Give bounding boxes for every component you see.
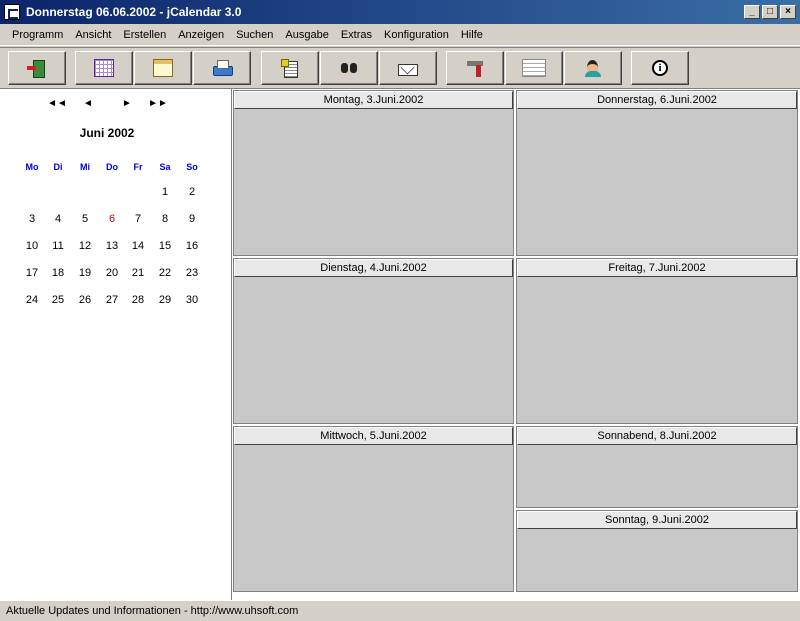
week-view: Montag, 3.Juni.2002 Dienstag, 4.Juni.200… [232,89,800,600]
menu-bar: Programm Ansicht Erstellen Anzeigen Such… [0,24,800,46]
day-cell-monday[interactable]: Montag, 3.Juni.2002 [233,90,514,256]
mini-calendar-month-label: Juni 2002 [79,126,135,140]
mini-calendar-day[interactable]: 15 [152,240,178,252]
status-bar: Aktuelle Updates und Informationen - htt… [0,600,800,621]
list-button[interactable] [505,51,563,85]
window-controls: _ □ × [742,5,796,19]
day-header-sunday[interactable]: Sonntag, 9.Juni.2002 [517,511,797,529]
print-icon [212,59,233,77]
mini-calendar-day[interactable]: 20 [99,267,125,279]
menu-extras[interactable]: Extras [335,24,378,46]
mini-calendar-day[interactable]: 25 [45,294,71,306]
minimize-button[interactable]: _ [744,5,760,19]
mini-calendar-day[interactable]: 9 [179,213,205,225]
mini-calendar-day[interactable]: 4 [45,213,71,225]
menu-programm[interactable]: Programm [0,24,69,46]
day-cell-thursday[interactable]: Donnerstag, 6.Juni.2002 [516,90,798,256]
weekday-label: Sa [159,162,171,172]
window-title: Donnerstag 06.06.2002 - jCalendar 3.0 [26,5,242,19]
mini-calendar-day[interactable]: 23 [179,267,205,279]
day-view-icon [153,59,173,77]
day-header-monday[interactable]: Montag, 3.Juni.2002 [234,91,513,109]
day-header-friday[interactable]: Freitag, 7.Juni.2002 [517,259,797,277]
month-view-icon [94,59,114,77]
mini-calendar-day[interactable]: 13 [99,240,125,252]
day-header-saturday[interactable]: Sonnabend, 8.Juni.2002 [517,427,797,445]
next-year-button[interactable]: ►► [148,98,168,109]
day-header-wednesday[interactable]: Mittwoch, 5.Juni.2002 [234,427,513,445]
menu-konfiguration[interactable]: Konfiguration [378,24,455,46]
day-cell-saturday[interactable]: Sonnabend, 8.Juni.2002 [516,426,798,508]
mini-calendar-day[interactable]: 8 [152,213,178,225]
search-button[interactable] [320,51,378,85]
info-button[interactable]: i [631,51,689,85]
menu-erstellen[interactable]: Erstellen [117,24,172,46]
mail-icon [398,63,418,76]
mini-calendar-day[interactable]: 18 [45,267,71,279]
menu-hilfe[interactable]: Hilfe [455,24,489,46]
weekday-label: Mi [80,162,90,172]
mini-calendar-day[interactable]: 24 [19,294,45,306]
mini-calendar-day[interactable]: 26 [72,294,98,306]
menu-ansicht[interactable]: Ansicht [69,24,117,46]
toolbar: i [0,47,800,89]
mini-calendar-day[interactable]: 3 [19,213,45,225]
next-month-button[interactable]: ► [117,98,137,109]
app-calendar-icon[interactable] [4,4,20,20]
mini-calendar-day[interactable]: 21 [125,267,151,279]
mini-calendar-today[interactable]: 6 [99,213,125,225]
prev-year-button[interactable]: ◄◄ [47,98,67,109]
mini-calendar-panel: ◄◄ ◄ ► ►► Juni 2002 Mo Di Mi Do Fr Sa So 12345… [0,89,232,600]
mail-button[interactable] [379,51,437,85]
month-view-button[interactable] [75,51,133,85]
day-cell-tuesday[interactable]: Dienstag, 4.Juni.2002 [233,258,514,424]
mini-calendar-day[interactable]: 10 [19,240,45,252]
new-appointment-icon [280,59,300,78]
mini-calendar-day[interactable]: 2 [179,186,205,198]
day-view-button[interactable] [134,51,192,85]
mini-calendar-day[interactable]: 22 [152,267,178,279]
day-header-thursday[interactable]: Donnerstag, 6.Juni.2002 [517,91,797,109]
contacts-icon [583,59,603,77]
mini-calendar-day[interactable]: 12 [72,240,98,252]
prev-month-button[interactable]: ◄ [78,98,98,109]
mini-calendar-day[interactable]: 5 [72,213,98,225]
menu-anzeigen[interactable]: Anzeigen [172,24,230,46]
exit-icon [27,59,47,78]
contacts-button[interactable] [564,51,622,85]
mini-calendar-day[interactable]: 30 [179,294,205,306]
mini-calendar-day[interactable]: 28 [125,294,151,306]
mini-calendar-day[interactable]: 14 [125,240,151,252]
mini-calendar-day[interactable]: 1 [152,186,178,198]
new-appointment-button[interactable] [261,51,319,85]
weekday-label: So [186,162,198,172]
weekday-label: Fr [133,162,143,172]
title-bar: Donnerstag 06.06.2002 - jCalendar 3.0 _ … [0,0,800,24]
weekday-label: Mo [25,162,39,172]
print-button[interactable] [193,51,251,85]
mini-calendar-day[interactable]: 16 [179,240,205,252]
day-cell-friday[interactable]: Freitag, 7.Juni.2002 [516,258,798,424]
list-icon [522,59,546,77]
mini-calendar-day[interactable]: 27 [99,294,125,306]
mini-calendar-day[interactable]: 11 [45,240,71,252]
tools-button[interactable] [446,51,504,85]
day-header-tuesday[interactable]: Dienstag, 4.Juni.2002 [234,259,513,277]
close-button[interactable]: × [780,5,796,19]
weekday-label: Do [106,162,118,172]
exit-button[interactable] [8,51,66,85]
mini-calendar-day[interactable]: 7 [125,213,151,225]
search-icon [339,59,359,77]
menu-suchen[interactable]: Suchen [230,24,279,46]
mini-calendar-day[interactable]: 17 [19,267,45,279]
tools-icon [465,59,485,77]
mini-calendar-day[interactable]: 29 [152,294,178,306]
menu-ausgabe[interactable]: Ausgabe [279,24,334,46]
day-cell-sunday[interactable]: Sonntag, 9.Juni.2002 [516,510,798,592]
day-cell-wednesday[interactable]: Mittwoch, 5.Juni.2002 [233,426,514,592]
mini-calendar-day[interactable]: 19 [72,267,98,279]
info-icon: i [652,60,668,76]
maximize-button[interactable]: □ [762,5,778,19]
weekday-label: Di [53,162,63,172]
